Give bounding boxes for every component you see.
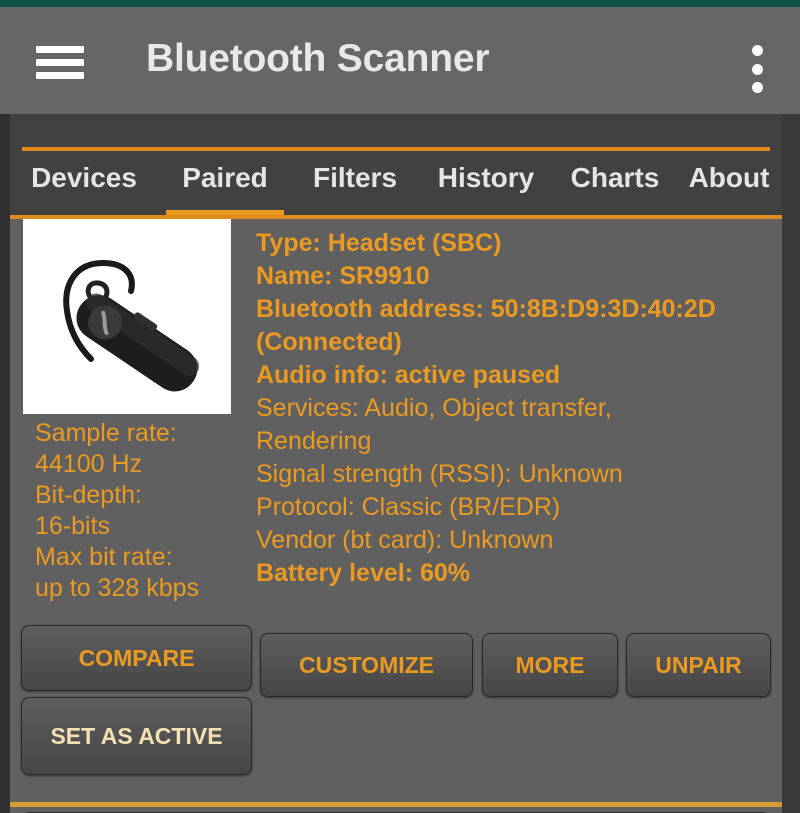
- paired-device-card: Sample rate: 44100 Hz Bit-depth: 16-bits…: [10, 219, 782, 813]
- device-info-row: Sample rate: 44100 Hz Bit-depth: 16-bits…: [10, 219, 782, 604]
- content-frame: Devices Paired Filters History Charts Ab…: [0, 114, 800, 813]
- tab-about[interactable]: About: [676, 160, 782, 216]
- tab-panel: Devices Paired Filters History Charts Ab…: [10, 114, 782, 813]
- right-gutter: [782, 114, 800, 813]
- spec-line: Sample rate:: [35, 419, 177, 447]
- menu-dot: [751, 45, 763, 56]
- detail-battery: Battery level: 60%: [256, 559, 471, 587]
- page-title: Bluetooth Scanner: [146, 37, 490, 80]
- set-as-active-button[interactable]: SET AS ACTIVE: [21, 697, 252, 775]
- spec-line: Bit-depth:: [35, 481, 143, 509]
- spec-line: 16-bits: [35, 512, 111, 540]
- tab-charts[interactable]: Charts: [554, 160, 676, 216]
- bluetooth-headset-photo: [23, 219, 231, 414]
- detail-address: Bluetooth address: 50:8B:D9:3D:40:2D: [256, 295, 716, 323]
- tab-devices[interactable]: Devices: [10, 160, 158, 216]
- hamburger-bar: [36, 59, 84, 66]
- tab-history[interactable]: History: [418, 160, 554, 216]
- tab-bar: Devices Paired Filters History Charts Ab…: [10, 114, 782, 219]
- compare-button[interactable]: COMPARE: [21, 625, 252, 691]
- audio-spec-list: Sample rate: 44100 Hz Bit-depth: 16-bits…: [23, 414, 242, 604]
- headset-illustration: [23, 219, 231, 414]
- detail-name: Name: SR9910: [256, 262, 430, 290]
- spec-line: Max bit rate:: [35, 543, 173, 571]
- tab-paired[interactable]: Paired: [158, 160, 292, 216]
- app-bar: Bluetooth Scanner: [0, 7, 800, 114]
- detail-protocol: Protocol: Classic (BR/EDR): [256, 493, 561, 521]
- hamburger-bar: [36, 46, 84, 53]
- device-action-buttons: COMPARE SET AS ACTIVE CUSTOMIZE MORE UNP…: [10, 621, 782, 813]
- more-vertical-icon[interactable]: [748, 45, 766, 93]
- hamburger-bar: [36, 72, 84, 79]
- device-detail-column: Type: Headset (SBC) Name: SR9910 Bluetoo…: [242, 219, 782, 590]
- detail-services: Services: Audio, Object transfer,: [256, 394, 612, 422]
- menu-dot: [751, 63, 763, 75]
- detail-rssi: Signal strength (RSSI): Unknown: [256, 460, 623, 488]
- unpair-button[interactable]: UNPAIR: [626, 633, 771, 697]
- hamburger-icon[interactable]: [36, 46, 84, 79]
- detail-vendor: Vendor (bt card): Unknown: [256, 526, 554, 554]
- tab-filters[interactable]: Filters: [292, 160, 418, 216]
- app-root: Bluetooth Scanner Devices Paired Filters…: [0, 0, 800, 813]
- detail-services-cont: Rendering: [256, 427, 372, 455]
- tab-bar-top-rule: [22, 147, 770, 151]
- status-bar-strip: [0, 0, 800, 7]
- detail-connected: (Connected): [256, 328, 402, 356]
- detail-type: Type: Headset (SBC): [256, 229, 502, 257]
- card-divider: [10, 802, 782, 807]
- detail-audio-info: Audio info: active paused: [256, 361, 561, 389]
- customize-button[interactable]: CUSTOMIZE: [260, 633, 473, 697]
- device-left-column: Sample rate: 44100 Hz Bit-depth: 16-bits…: [10, 219, 242, 604]
- more-button[interactable]: MORE: [482, 633, 618, 697]
- spec-line: up to 328 kbps: [35, 574, 200, 602]
- tab-list: Devices Paired Filters History Charts Ab…: [10, 160, 782, 216]
- menu-dot: [751, 82, 763, 93]
- spec-line: 44100 Hz: [35, 450, 143, 478]
